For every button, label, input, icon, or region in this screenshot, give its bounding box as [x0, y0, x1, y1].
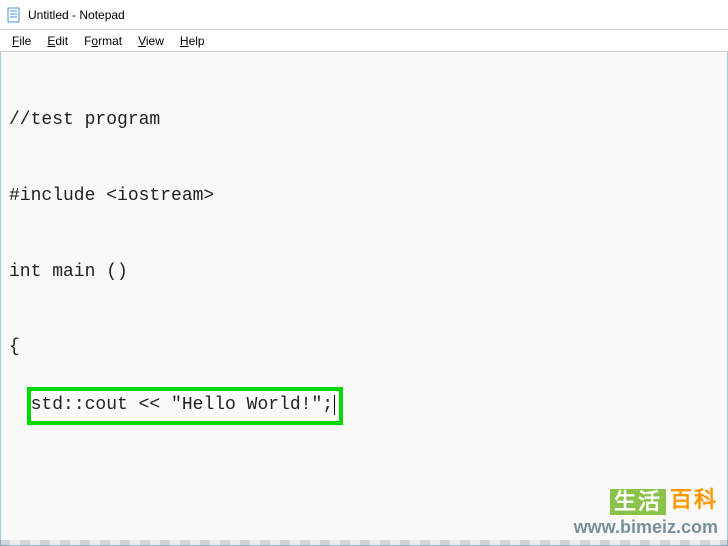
- menu-file[interactable]: File: [4, 32, 39, 50]
- menu-format[interactable]: Format: [76, 32, 130, 50]
- menu-edit[interactable]: Edit: [39, 32, 76, 50]
- watermark-label-right: 百科: [670, 489, 718, 511]
- watermark-label-left: 生活: [610, 489, 666, 515]
- titlebar: Untitled - Notepad: [0, 0, 728, 30]
- text-editor[interactable]: //test program #include <iostream> int m…: [0, 52, 728, 546]
- highlighted-code: std::cout << "Hello World!";: [27, 387, 343, 424]
- watermark-url: www.bimeiz.com: [574, 517, 718, 538]
- bottom-stripes: [0, 540, 728, 546]
- window-title: Untitled - Notepad: [28, 8, 125, 22]
- menu-view[interactable]: View: [130, 32, 172, 50]
- menubar: File Edit Format View Help: [0, 30, 728, 52]
- code-line: //test program: [9, 108, 719, 133]
- notepad-icon: [6, 7, 22, 23]
- code-line: #include <iostream>: [9, 184, 719, 209]
- menu-help[interactable]: Help: [172, 32, 213, 50]
- watermark: 生活 百科 www.bimeiz.com: [574, 489, 718, 538]
- watermark-cn: 生活 百科: [574, 489, 718, 515]
- text-cursor-icon: [334, 395, 335, 415]
- code-line: int main (): [9, 260, 719, 285]
- code-line: std::cout << "Hello World!";: [31, 395, 333, 415]
- code-line: {: [9, 335, 719, 360]
